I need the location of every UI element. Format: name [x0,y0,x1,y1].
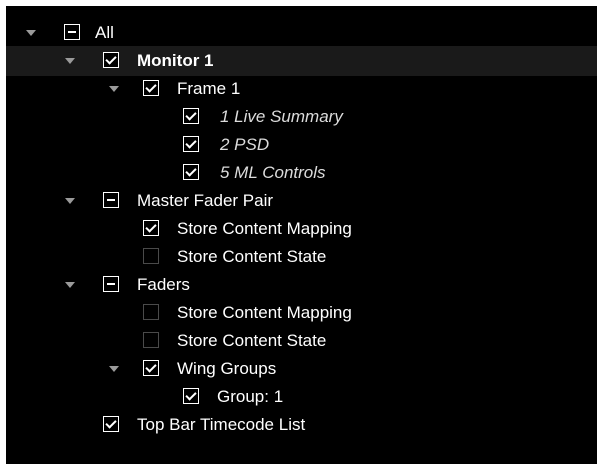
checkbox[interactable] [103,416,119,432]
tree-node-label: Frame 1 [177,79,241,98]
checkbox[interactable] [143,360,159,376]
expand-arrow-icon[interactable] [65,282,75,288]
tree-node-all[interactable]: All [6,18,597,48]
partial-checkbox[interactable] [103,192,119,208]
tree-node-label: All [95,23,114,42]
tree-node-label: Store Content Mapping [177,303,352,322]
tree-node-label: 1 Live Summary [220,107,343,126]
tree-node-store-content-state[interactable]: Store Content State [6,326,597,356]
tree-node-label: Faders [137,275,190,294]
tree-node-label: Store Content State [177,331,327,350]
tree-node-label: Wing Groups [177,359,277,378]
tree-node-group-1[interactable]: Group: 1 [6,382,597,412]
tree-node-store-content-state[interactable]: Store Content State [6,242,597,272]
tree-node-wing-groups[interactable]: Wing Groups [6,354,597,384]
tree-node-live-summary[interactable]: 1 Live Summary [6,102,597,132]
tree-node-frame-1[interactable]: Frame 1 [6,74,597,104]
content-tree-panel: All Monitor 1 Frame 1 1 Live Summary 2 P… [6,6,597,464]
checkbox[interactable] [143,304,159,320]
tree-node-monitor-1[interactable]: Monitor 1 [6,46,597,76]
tree-node-faders[interactable]: Faders [6,270,597,300]
expand-arrow-icon[interactable] [65,58,75,64]
checkbox[interactable] [103,52,119,68]
tree-node-label: Top Bar Timecode List [137,415,306,434]
tree-node-label: Monitor 1 [137,51,214,70]
checkbox[interactable] [143,332,159,348]
tree-node-top-bar-timecode-list[interactable]: Top Bar Timecode List [6,410,597,440]
checkbox[interactable] [183,108,199,124]
partial-checkbox[interactable] [64,24,80,40]
checkbox[interactable] [143,220,159,236]
tree-node-label: Master Fader Pair [137,191,274,210]
expand-arrow-icon[interactable] [109,86,119,92]
tree-node-label: 5 ML Controls [220,163,326,182]
checkbox[interactable] [183,164,199,180]
tree-node-label: 2 PSD [220,135,270,154]
tree-node-store-content-mapping[interactable]: Store Content Mapping [6,298,597,328]
checkbox[interactable] [143,80,159,96]
expand-arrow-icon[interactable] [109,366,119,372]
expand-arrow-icon[interactable] [65,198,75,204]
tree-node-label: Group: 1 [217,387,284,406]
tree-node-ml-controls[interactable]: 5 ML Controls [6,158,597,188]
tree-node-label: Store Content State [177,247,327,266]
tree-node-master-fader-pair[interactable]: Master Fader Pair [6,186,597,216]
checkbox[interactable] [143,248,159,264]
checkbox[interactable] [183,388,199,404]
tree-node-psd[interactable]: 2 PSD [6,130,597,160]
tree-node-label: Store Content Mapping [177,219,352,238]
tree-node-store-content-mapping[interactable]: Store Content Mapping [6,214,597,244]
checkbox[interactable] [183,136,199,152]
partial-checkbox[interactable] [103,276,119,292]
expand-arrow-icon[interactable] [26,30,36,36]
